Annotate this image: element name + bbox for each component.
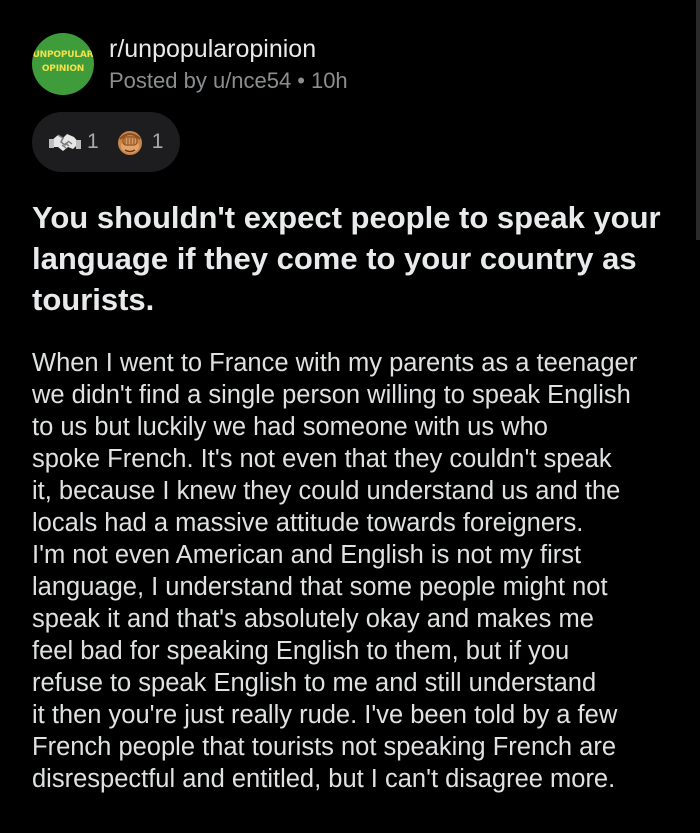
- body-line: language, I understand that some people …: [32, 573, 608, 601]
- scrollbar[interactable]: [696, 0, 700, 240]
- award-count: 1: [87, 130, 99, 153]
- avatar-logo-line1: UNPOPULAR: [32, 50, 94, 60]
- awards-bar[interactable]: 1 1: [32, 112, 180, 172]
- body-line: refuse to speak English to me and still …: [32, 669, 597, 697]
- subreddit-name[interactable]: r/unpopularopinion: [109, 35, 348, 63]
- body-line: I'm not even American and English is not…: [32, 541, 582, 569]
- award-facepalm[interactable]: 1: [113, 127, 164, 157]
- body-line: feel bad for speaking English to them, b…: [32, 637, 570, 665]
- body-line: to us but luckily we had someone with us…: [32, 413, 548, 441]
- subreddit-avatar[interactable]: UNPOPULAR OPINION: [32, 33, 94, 95]
- award-count: 1: [151, 130, 164, 153]
- body-line: disrespectful and entitled, but I can't …: [32, 765, 616, 793]
- body-line: it then you're just really rude. I've be…: [32, 701, 618, 729]
- post-header: UNPOPULAR OPINION r/unpopularopinion Pos…: [32, 33, 348, 95]
- body-line: speak it and that's absolutely okay and …: [32, 605, 594, 633]
- post-age: 10h: [310, 68, 348, 93]
- facepalm-award-icon: [113, 127, 147, 157]
- body-line: When I went to France with my parents as…: [32, 349, 638, 377]
- post-body: When I went to France with my parents as…: [32, 347, 682, 795]
- body-line: we didn't find a single person willing t…: [32, 381, 631, 409]
- post-meta: r/unpopularopinion Posted by u/nce54 • 10h: [109, 35, 348, 95]
- body-line: spoke French. It's not even that they co…: [32, 445, 612, 473]
- byline-separator: •: [297, 68, 305, 93]
- posted-by[interactable]: Posted by u/nce54: [109, 68, 291, 93]
- post-byline: Posted by u/nce54 • 10h: [109, 67, 348, 95]
- post-title[interactable]: You shouldn't expect people to speak you…: [32, 197, 662, 320]
- body-line: it, because I knew they could understand…: [32, 477, 621, 505]
- body-line: French people that tourists not speaking…: [32, 733, 616, 761]
- body-line: locals had a massive attitude towards fo…: [32, 509, 584, 537]
- avatar-logo-line2: OPINION: [41, 64, 85, 74]
- handshake-award-icon: [48, 127, 82, 157]
- award-handshake[interactable]: 1: [48, 127, 99, 157]
